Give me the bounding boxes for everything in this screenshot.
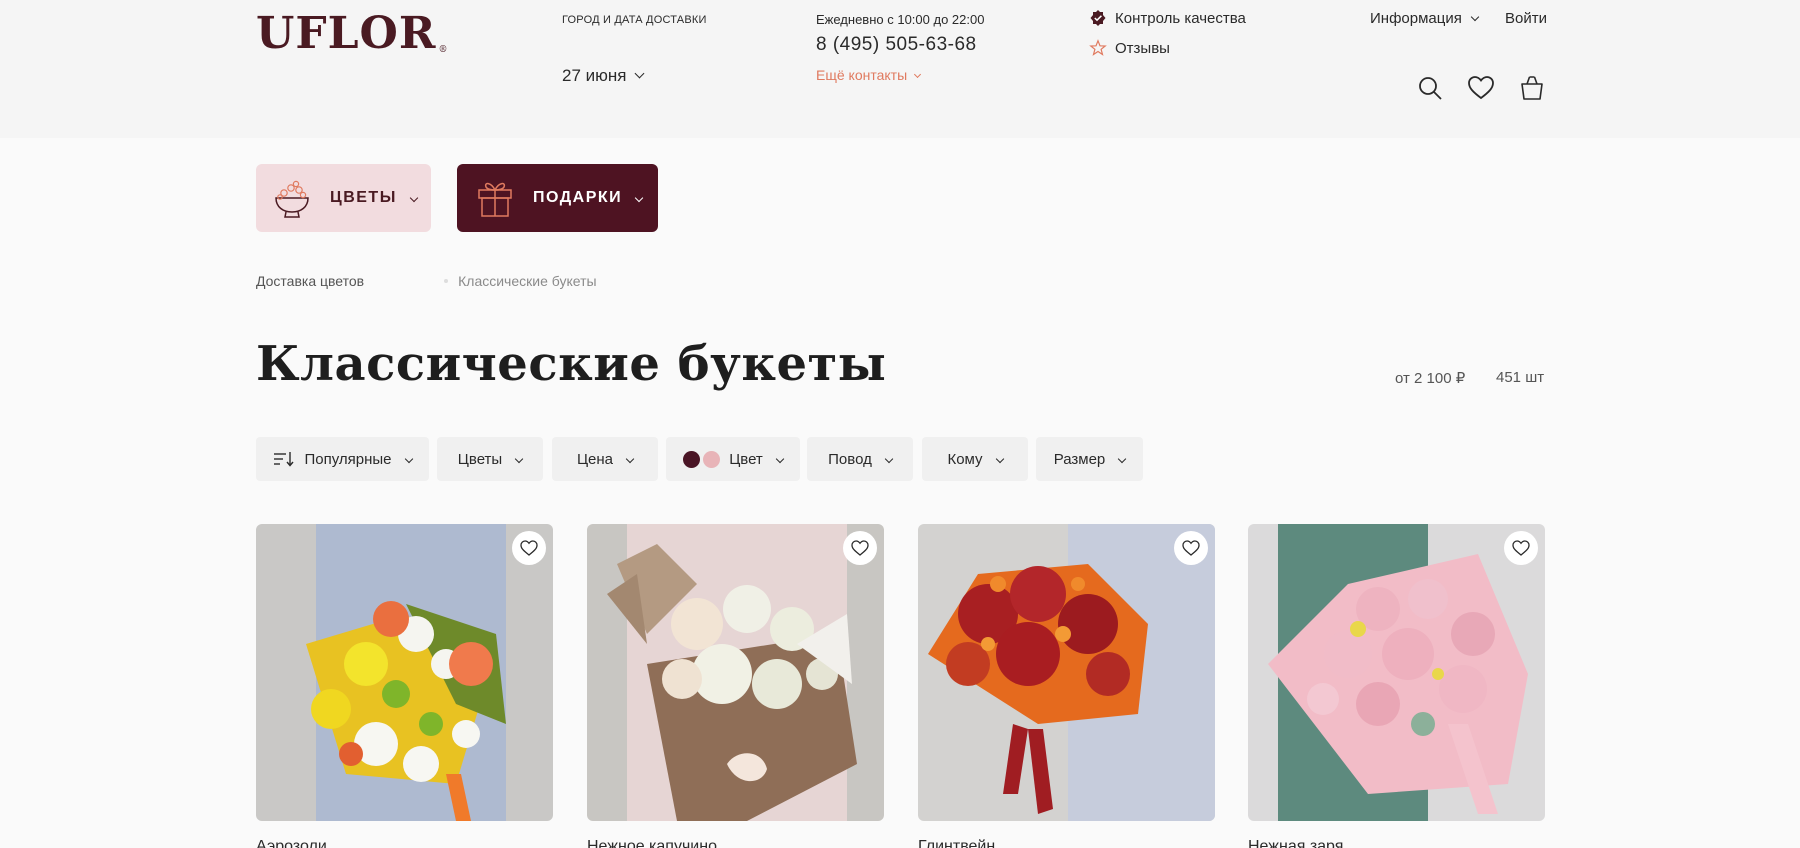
product-image [256, 524, 553, 821]
reviews-label: Отзывы [1115, 39, 1170, 57]
color-swatch-pink [703, 450, 721, 468]
registered-mark: ® [438, 45, 449, 55]
search-icon[interactable] [1416, 74, 1444, 102]
product-card[interactable] [587, 524, 884, 821]
filter-recipient-label: Кому [947, 450, 983, 468]
more-contacts-label: Ещё контакты [816, 67, 908, 83]
heart-icon [1182, 540, 1200, 556]
page-title: Классические букеты [256, 336, 887, 392]
info-label: Информация [1370, 10, 1462, 27]
chevron-down-icon [1118, 454, 1127, 464]
gift-box-icon [478, 182, 512, 217]
delivery-date-select[interactable]: 27 июня [562, 66, 645, 86]
quality-control-link[interactable]: Контроль качества [1089, 9, 1246, 27]
star-icon [1089, 39, 1107, 56]
favorite-button[interactable] [1174, 531, 1208, 565]
login-link[interactable]: Войти [1505, 10, 1547, 27]
bouquet-bowl-icon [275, 180, 309, 218]
chevron-down-icon [995, 454, 1004, 464]
delivery-date-value: 27 июня [562, 66, 627, 85]
favorite-button[interactable] [1504, 531, 1538, 565]
chevron-down-icon [914, 70, 922, 79]
sort-popular-button[interactable]: Популярные [256, 437, 429, 481]
heart-icon [520, 540, 538, 556]
category-gifts-label: ПОДАРКИ [533, 189, 623, 206]
product-image [918, 524, 1215, 821]
chevron-down-icon [775, 454, 785, 464]
heart-icon [851, 540, 869, 556]
phone-link[interactable]: 8 (495) 505-63-68 [816, 34, 977, 56]
heart-icon [1512, 540, 1530, 556]
bag-icon[interactable] [1518, 74, 1546, 102]
chevron-down-icon [514, 454, 524, 464]
chevron-down-icon [409, 193, 419, 203]
chevron-down-icon [1470, 12, 1480, 22]
chevron-down-icon [635, 68, 645, 79]
category-flowers-label: ЦВЕТЫ [330, 189, 397, 206]
chevron-down-icon [625, 454, 635, 464]
product-title[interactable]: Нежная заря [1248, 838, 1343, 848]
product-card[interactable] [256, 524, 553, 821]
sort-icon [274, 452, 295, 467]
brand-name: UFLOR [256, 8, 437, 59]
breadcrumb-separator [444, 279, 449, 283]
filter-flowers-label: Цветы [457, 450, 503, 468]
delivery-label: ГОРОД И ДАТА ДОСТАВКИ [562, 14, 707, 26]
product-image [1248, 524, 1545, 821]
breadcrumb-current: Классические букеты [458, 273, 597, 289]
favorite-button[interactable] [843, 531, 877, 565]
brand-logo[interactable]: UFLOR ® [256, 8, 448, 59]
category-flowers-button[interactable]: ЦВЕТЫ [256, 164, 431, 232]
sort-popular-label: Популярные [304, 450, 392, 468]
working-hours: Ежедневно с 10:00 до 22:00 [816, 12, 985, 27]
filter-flowers-button[interactable]: Цветы [437, 437, 543, 481]
chevron-down-icon [884, 454, 894, 464]
filter-price-button[interactable]: Цена [552, 437, 658, 481]
product-card[interactable] [1248, 524, 1545, 821]
filter-occasion-button[interactable]: Повод [807, 437, 913, 481]
breadcrumb: Доставка цветов Классические букеты [256, 273, 597, 289]
filter-recipient-button[interactable]: Кому [922, 437, 1028, 481]
filter-occasion-label: Повод [828, 450, 872, 468]
color-swatch-burgundy [683, 450, 701, 468]
product-title[interactable]: Нежное капучино [587, 838, 717, 848]
chevron-down-icon [404, 454, 413, 464]
product-title[interactable]: Глинтвейн [918, 838, 995, 848]
filter-color-button[interactable]: Цвет [666, 437, 800, 481]
breadcrumb-home-link[interactable]: Доставка цветов [256, 273, 364, 289]
favorite-button[interactable] [512, 531, 546, 565]
reviews-link[interactable]: Отзывы [1089, 39, 1170, 57]
info-menu[interactable]: Информация [1370, 10, 1480, 27]
product-count: 451 шт [1496, 369, 1545, 386]
heart-icon[interactable] [1467, 74, 1495, 102]
price-from: от 2 100 ₽ [1395, 370, 1466, 387]
quality-badge-icon [1090, 10, 1106, 26]
filter-color-label: Цвет [729, 450, 763, 468]
filter-size-label: Размер [1053, 450, 1106, 468]
filter-size-button[interactable]: Размер [1036, 437, 1143, 481]
more-contacts-link[interactable]: Ещё контакты [816, 67, 922, 83]
quality-control-label: Контроль качества [1115, 9, 1246, 27]
chevron-down-icon [634, 193, 644, 203]
product-card[interactable] [918, 524, 1215, 821]
category-gifts-button[interactable]: ПОДАРКИ [457, 164, 658, 232]
filter-price-label: Цена [576, 450, 614, 468]
product-image [587, 524, 884, 821]
product-title[interactable]: Аэрозоли [256, 838, 327, 848]
